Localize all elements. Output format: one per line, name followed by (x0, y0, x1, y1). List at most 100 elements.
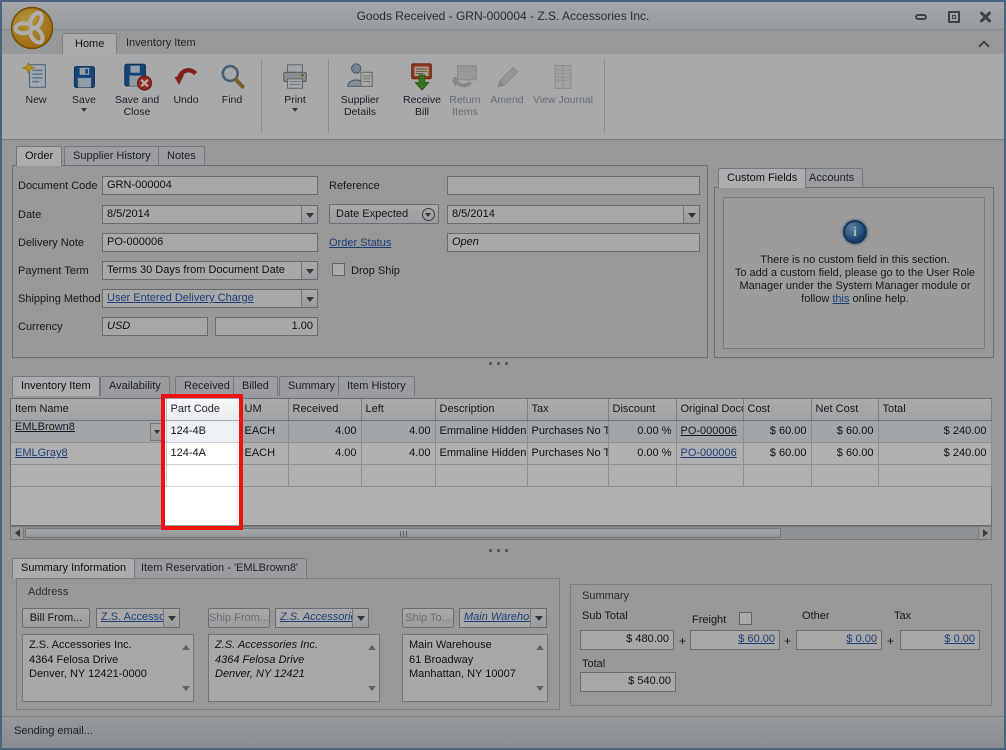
cell-net-cost[interactable]: $ 60.00 (811, 420, 879, 443)
cell-total[interactable]: $ 240.00 (878, 420, 992, 443)
cell-description[interactable]: Emmaline Hidden ... (435, 442, 528, 465)
col-tax[interactable]: Tax (527, 399, 609, 421)
col-total[interactable]: Total (878, 399, 992, 421)
save-and-close-button[interactable]: Save and Close (108, 58, 166, 118)
col-original-document[interactable]: Original Docum (676, 399, 744, 421)
print-dropdown-icon[interactable] (292, 108, 298, 115)
item-name-link[interactable]: EMLGray8 (15, 447, 68, 459)
scrollbar-thumb[interactable] (25, 528, 781, 538)
freight-checkbox[interactable] (739, 612, 752, 625)
online-help-link[interactable]: this (832, 293, 849, 305)
minimize-button[interactable] (910, 10, 932, 24)
cell-left[interactable]: 4.00 (361, 420, 436, 443)
cell-part-code[interactable]: 124-4B (166, 420, 241, 443)
ship-from-address[interactable]: Z.S. Accessories Inc. 4364 Felosa Drive … (208, 634, 380, 702)
freight-value-link[interactable]: $ 60.00 (738, 633, 775, 645)
col-discount[interactable]: Discount (608, 399, 677, 421)
cell-um[interactable]: EACH (240, 442, 289, 465)
cell-description[interactable]: Emmaline Hidden ... (435, 420, 528, 443)
sub-total-field[interactable]: $ 480.00 (580, 630, 674, 650)
original-document-link[interactable]: PO-000006 (681, 425, 737, 437)
tax-field[interactable]: $ 0.00 (900, 630, 980, 650)
tab-item-reservation[interactable]: Item Reservation - 'EMLBrown8' (132, 558, 308, 578)
document-code-field[interactable]: GRN-000004 (102, 176, 318, 195)
tab-billed[interactable]: Billed (233, 376, 278, 396)
date-expected-selector-button[interactable]: Date Expected (329, 204, 439, 224)
tab-supplier-history[interactable]: Supplier History (64, 146, 160, 166)
bill-from-button[interactable]: Bill From... (22, 608, 90, 628)
order-status-field[interactable]: Open (447, 233, 700, 252)
col-left[interactable]: Left (361, 399, 436, 421)
new-button[interactable]: New (14, 58, 58, 106)
shipping-method-field[interactable]: User Entered Delivery Charge (102, 289, 318, 308)
delivery-note-field[interactable]: PO-000006 (102, 233, 318, 252)
cell-discount[interactable]: 0.00 % (608, 420, 677, 443)
shipping-method-dropdown-icon[interactable] (301, 290, 317, 307)
cell-item-name[interactable]: EMLBrown8 (11, 420, 167, 443)
cell-um[interactable]: EACH (240, 420, 289, 443)
tax-value-link[interactable]: $ 0.00 (944, 633, 975, 645)
total-field[interactable]: $ 540.00 (580, 672, 676, 692)
tab-availability[interactable]: Availability (100, 376, 170, 396)
date-expected-dropdown-icon[interactable] (683, 206, 699, 223)
bill-from-selector[interactable]: Z.S. Accessories I (96, 608, 180, 628)
horizontal-splitter[interactable] (489, 362, 512, 365)
col-description[interactable]: Description (435, 399, 528, 421)
cell-net-cost[interactable]: $ 60.00 (811, 442, 879, 465)
freight-field[interactable]: $ 60.00 (690, 630, 780, 650)
tab-accounts[interactable]: Accounts (800, 168, 864, 188)
item-name-link[interactable]: EMLBrown8 (15, 421, 75, 433)
tab-item-history[interactable]: Item History (338, 376, 415, 396)
cell-item-name[interactable]: EMLGray8 (11, 442, 167, 465)
tab-notes[interactable]: Notes (158, 146, 205, 166)
cell-received[interactable]: 4.00 (288, 420, 362, 443)
scroll-down-icon[interactable] (536, 686, 544, 695)
ribbon-collapse-icon[interactable] (978, 39, 990, 49)
cell-tax[interactable]: Purchases No T... (527, 420, 609, 443)
tab-summary[interactable]: Summary (279, 376, 345, 396)
original-document-link[interactable]: PO-000006 (681, 447, 737, 459)
order-status-link[interactable]: Order Status (329, 237, 391, 249)
col-received[interactable]: Received (288, 399, 362, 421)
app-logo-icon[interactable] (10, 6, 54, 50)
col-item-name[interactable]: Item Name (11, 399, 167, 421)
col-um[interactable]: UM (240, 399, 289, 421)
tab-received[interactable]: Received (175, 376, 239, 396)
payment-term-dropdown-icon[interactable] (301, 262, 317, 279)
scroll-up-icon[interactable] (182, 641, 190, 650)
reference-field[interactable] (447, 176, 700, 195)
ship-to-address[interactable]: Main Warehouse 61 Broadway Manhattan, NY… (402, 634, 548, 702)
undo-button[interactable]: Undo (166, 58, 206, 106)
drop-ship-checkbox[interactable] (332, 263, 345, 276)
horizontal-splitter[interactable] (489, 549, 512, 552)
date-dropdown-icon[interactable] (301, 206, 317, 223)
ship-from-selector[interactable]: Z.S. Accessories In (275, 608, 369, 628)
cell-left[interactable]: 4.00 (361, 442, 436, 465)
cell-total[interactable]: $ 240.00 (878, 442, 992, 465)
tab-inventory-item[interactable]: Inventory Item (12, 376, 100, 396)
receive-bill-button[interactable]: Receive Bill (397, 58, 447, 118)
cell-cost[interactable]: $ 60.00 (743, 420, 812, 443)
cell-tax[interactable]: Purchases No T... (527, 442, 609, 465)
col-cost[interactable]: Cost (743, 399, 812, 421)
other-value-link[interactable]: $ 0.00 (846, 633, 877, 645)
currency-code-field[interactable]: USD (102, 317, 208, 336)
tab-custom-fields[interactable]: Custom Fields (718, 168, 807, 188)
scroll-up-icon[interactable] (536, 641, 544, 650)
cell-original-document[interactable]: PO-000006 (676, 442, 744, 465)
supplier-details-button[interactable]: Supplier Details (335, 58, 385, 118)
save-dropdown-icon[interactable] (81, 108, 87, 115)
scroll-left-icon[interactable] (11, 527, 24, 539)
item-name-dropdown-icon[interactable] (149, 423, 165, 441)
cell-part-code[interactable]: 124-4A (166, 442, 241, 465)
scroll-down-icon[interactable] (182, 686, 190, 695)
cell-original-document[interactable]: PO-000006 (676, 420, 744, 443)
other-field[interactable]: $ 0.00 (796, 630, 882, 650)
date-field[interactable]: 8/5/2014 (102, 205, 318, 224)
ribbon-tab-home[interactable]: Home (62, 33, 118, 54)
ship-to-dropdown-icon[interactable] (530, 609, 546, 627)
bill-from-dropdown-icon[interactable] (163, 609, 179, 627)
scroll-up-icon[interactable] (368, 641, 376, 650)
ship-from-dropdown-icon[interactable] (352, 609, 368, 627)
cell-cost[interactable]: $ 60.00 (743, 442, 812, 465)
